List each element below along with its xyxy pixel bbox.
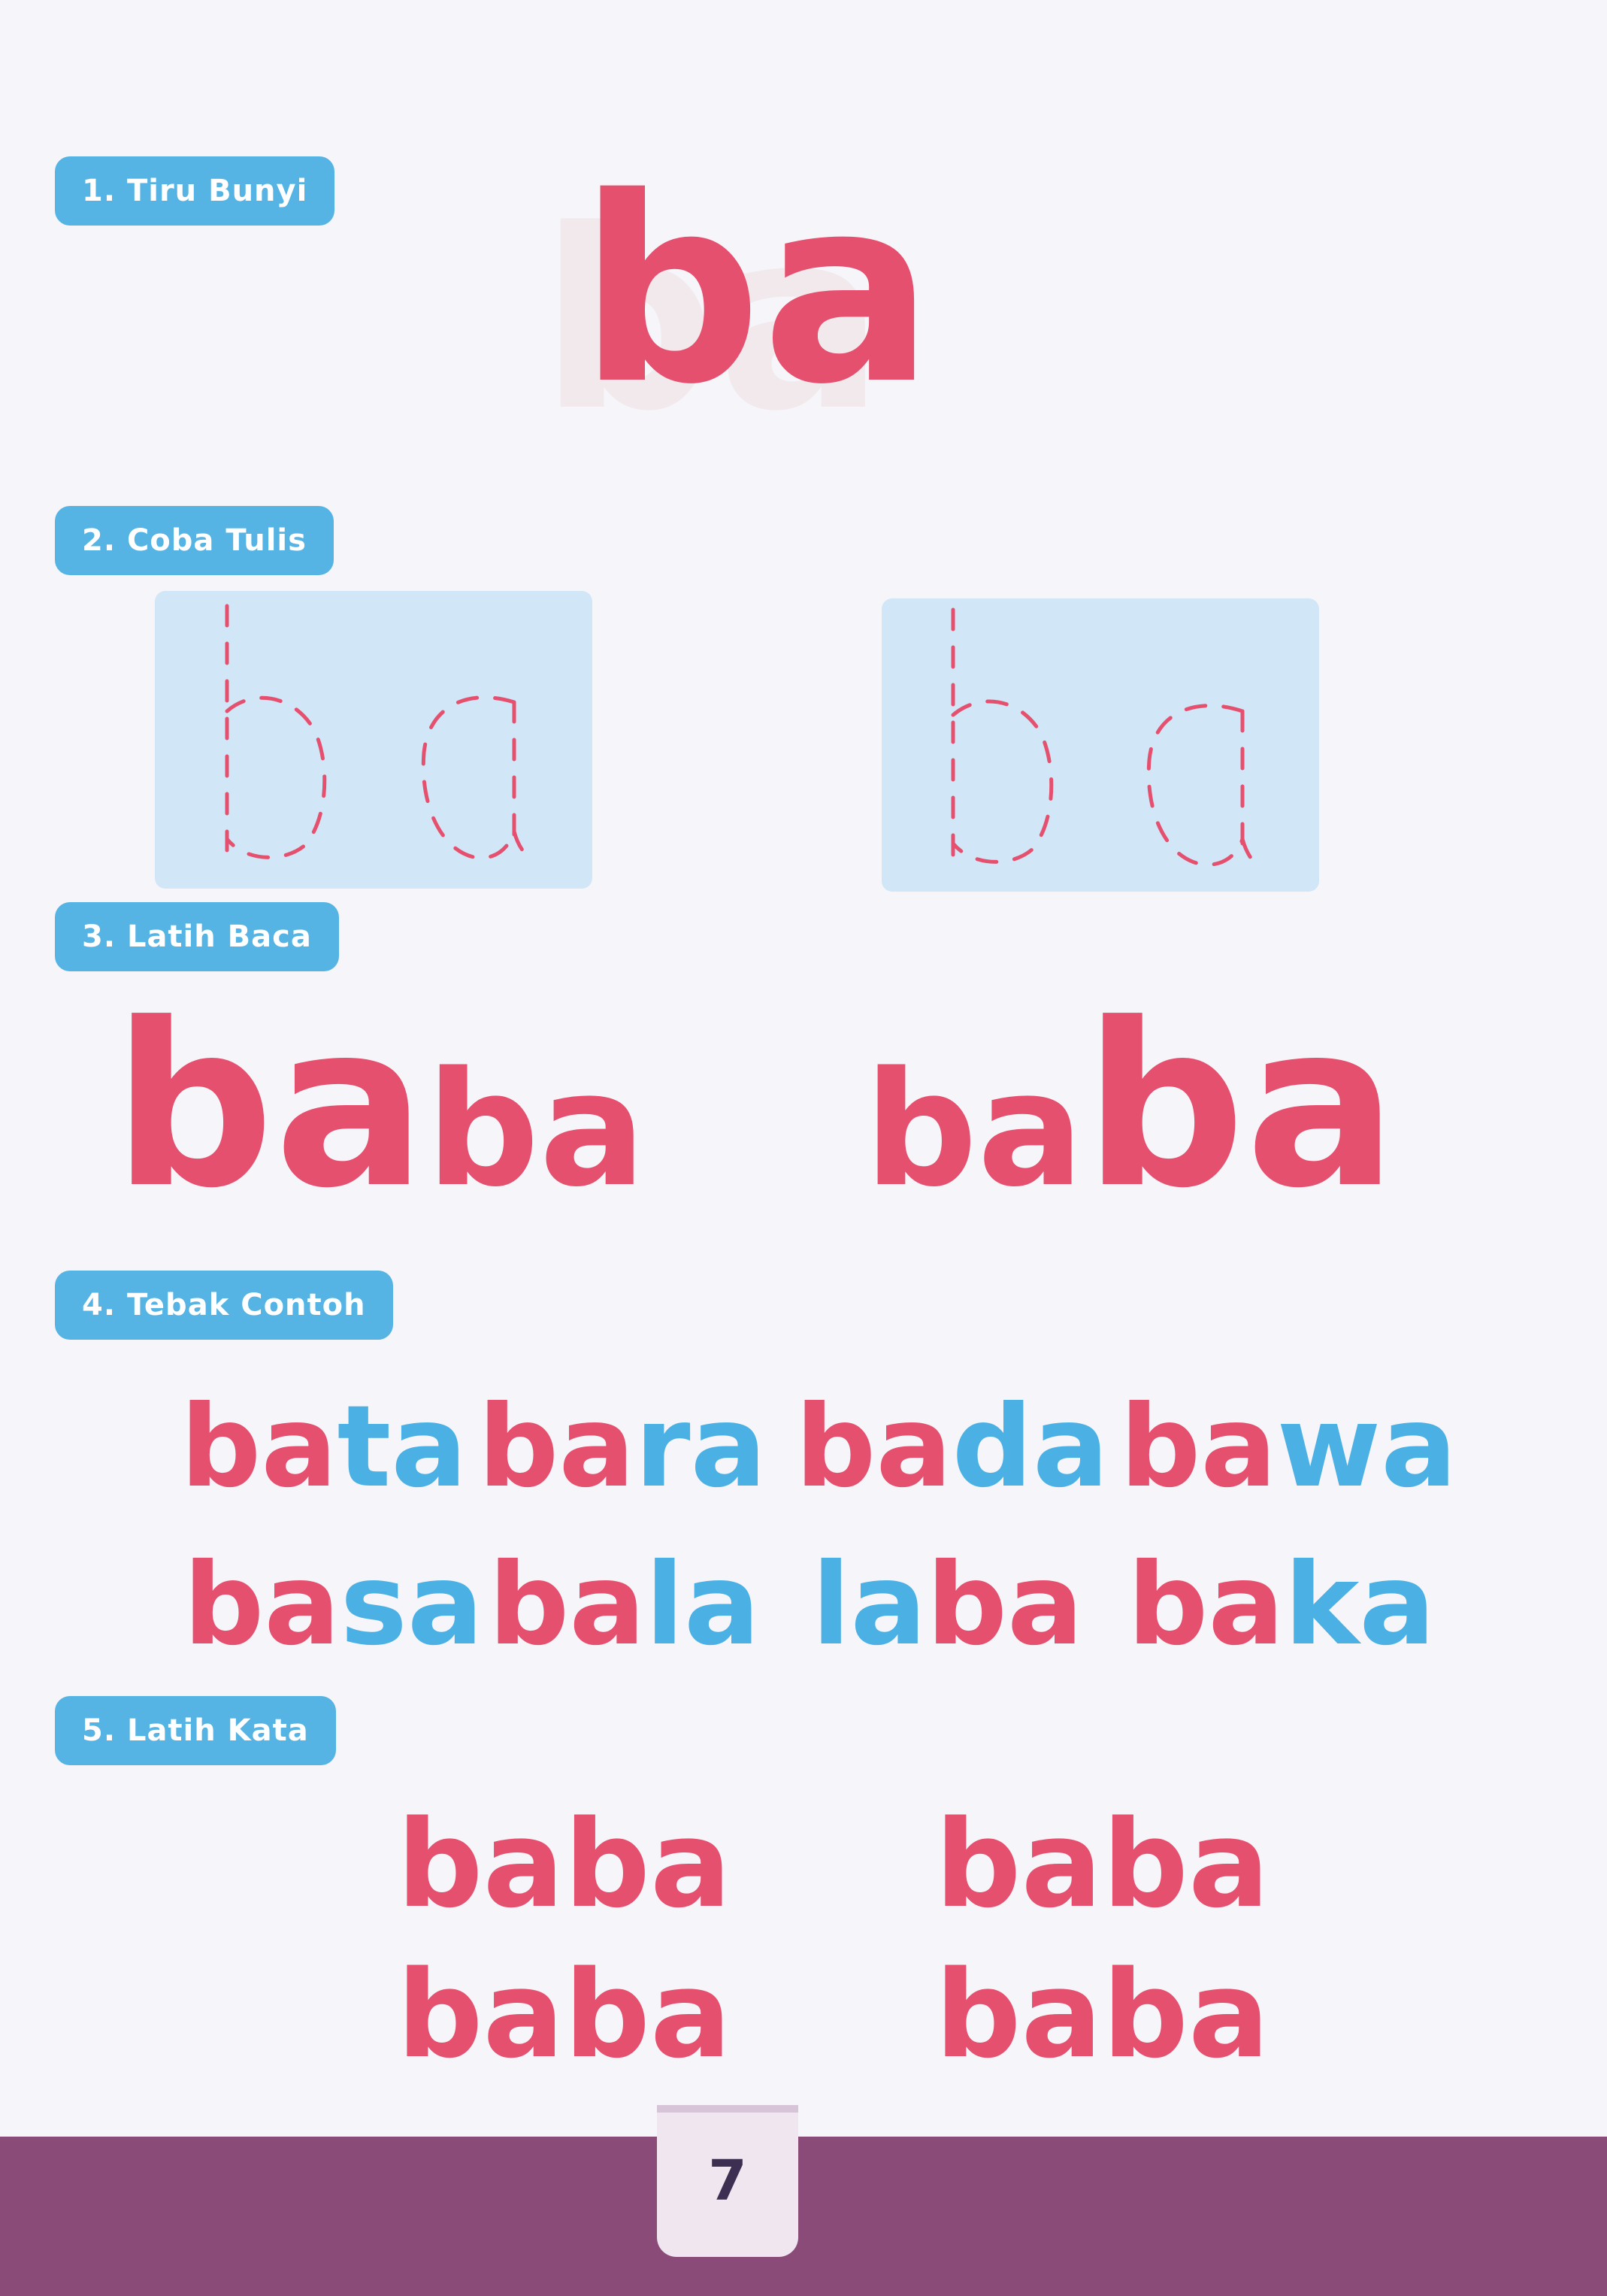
section-label-tiru-bunyi: 1. Tiru Bunyi — [55, 156, 335, 226]
read-word-2-big: ba — [1084, 975, 1398, 1237]
guess-word-laba-part1: la — [812, 1540, 927, 1671]
practice-word-2: baba — [935, 1794, 1270, 1934]
guess-word-bata: bata — [180, 1391, 468, 1504]
read-word-1: baba — [113, 994, 646, 1219]
guess-word-bara-part1: ba — [478, 1382, 635, 1513]
guess-word-bawa-part1: ba — [1120, 1382, 1277, 1513]
guess-word-bada-part1: ba — [795, 1382, 952, 1513]
guess-word-baka-part2: ka — [1284, 1540, 1436, 1671]
footer-band — [0, 2137, 1607, 2296]
practice-word-4: baba — [935, 1944, 1270, 2085]
section-label-latih-kata: 5. Latih Kata — [55, 1696, 336, 1765]
guess-word-basa-part2: sa — [340, 1540, 484, 1671]
trace-box-2[interactable] — [882, 598, 1319, 892]
guess-word-bada-part2: da — [952, 1382, 1109, 1513]
guess-word-baka-part1: ba — [1127, 1540, 1285, 1671]
guess-word-bata-part2: ta — [337, 1382, 468, 1513]
page-number: 7 — [657, 2105, 798, 2257]
read-word-1-big: ba — [113, 975, 427, 1237]
guess-word-bala: bala — [489, 1549, 760, 1661]
guess-word-bawa: bawa — [1120, 1391, 1457, 1504]
guess-word-bada: bada — [795, 1391, 1109, 1504]
practice-word-1: baba — [397, 1794, 731, 1934]
guess-word-bara-part2: ra — [634, 1382, 767, 1513]
main-syllable: ba — [579, 143, 934, 441]
section-label-tebak-contoh: 4. Tebak Contoh — [55, 1271, 393, 1340]
guess-word-bala-part1: ba — [489, 1540, 646, 1671]
section-label-latih-baca: 3. Latih Baca — [55, 902, 339, 971]
guess-word-basa-part1: ba — [183, 1540, 340, 1671]
read-word-1-small: ba — [426, 1037, 646, 1222]
guess-word-bata-part1: ba — [180, 1382, 337, 1513]
guess-word-basa: basa — [183, 1549, 483, 1661]
trace-box-1[interactable]: ba — [155, 591, 592, 889]
read-word-2-small: ba — [864, 1037, 1085, 1222]
guess-word-baka: baka — [1127, 1549, 1436, 1661]
guess-word-bara: bara — [478, 1391, 767, 1504]
practice-word-3: baba — [397, 1944, 731, 2085]
guess-word-bala-part2: la — [645, 1540, 761, 1671]
guess-word-laba: laba — [812, 1549, 1083, 1661]
guess-word-laba-part2: ba — [926, 1540, 1084, 1671]
section-label-coba-tulis: 2. Coba Tulis — [55, 506, 334, 575]
read-word-2: baba — [864, 994, 1397, 1219]
guess-word-bawa-part2: wa — [1276, 1382, 1457, 1513]
